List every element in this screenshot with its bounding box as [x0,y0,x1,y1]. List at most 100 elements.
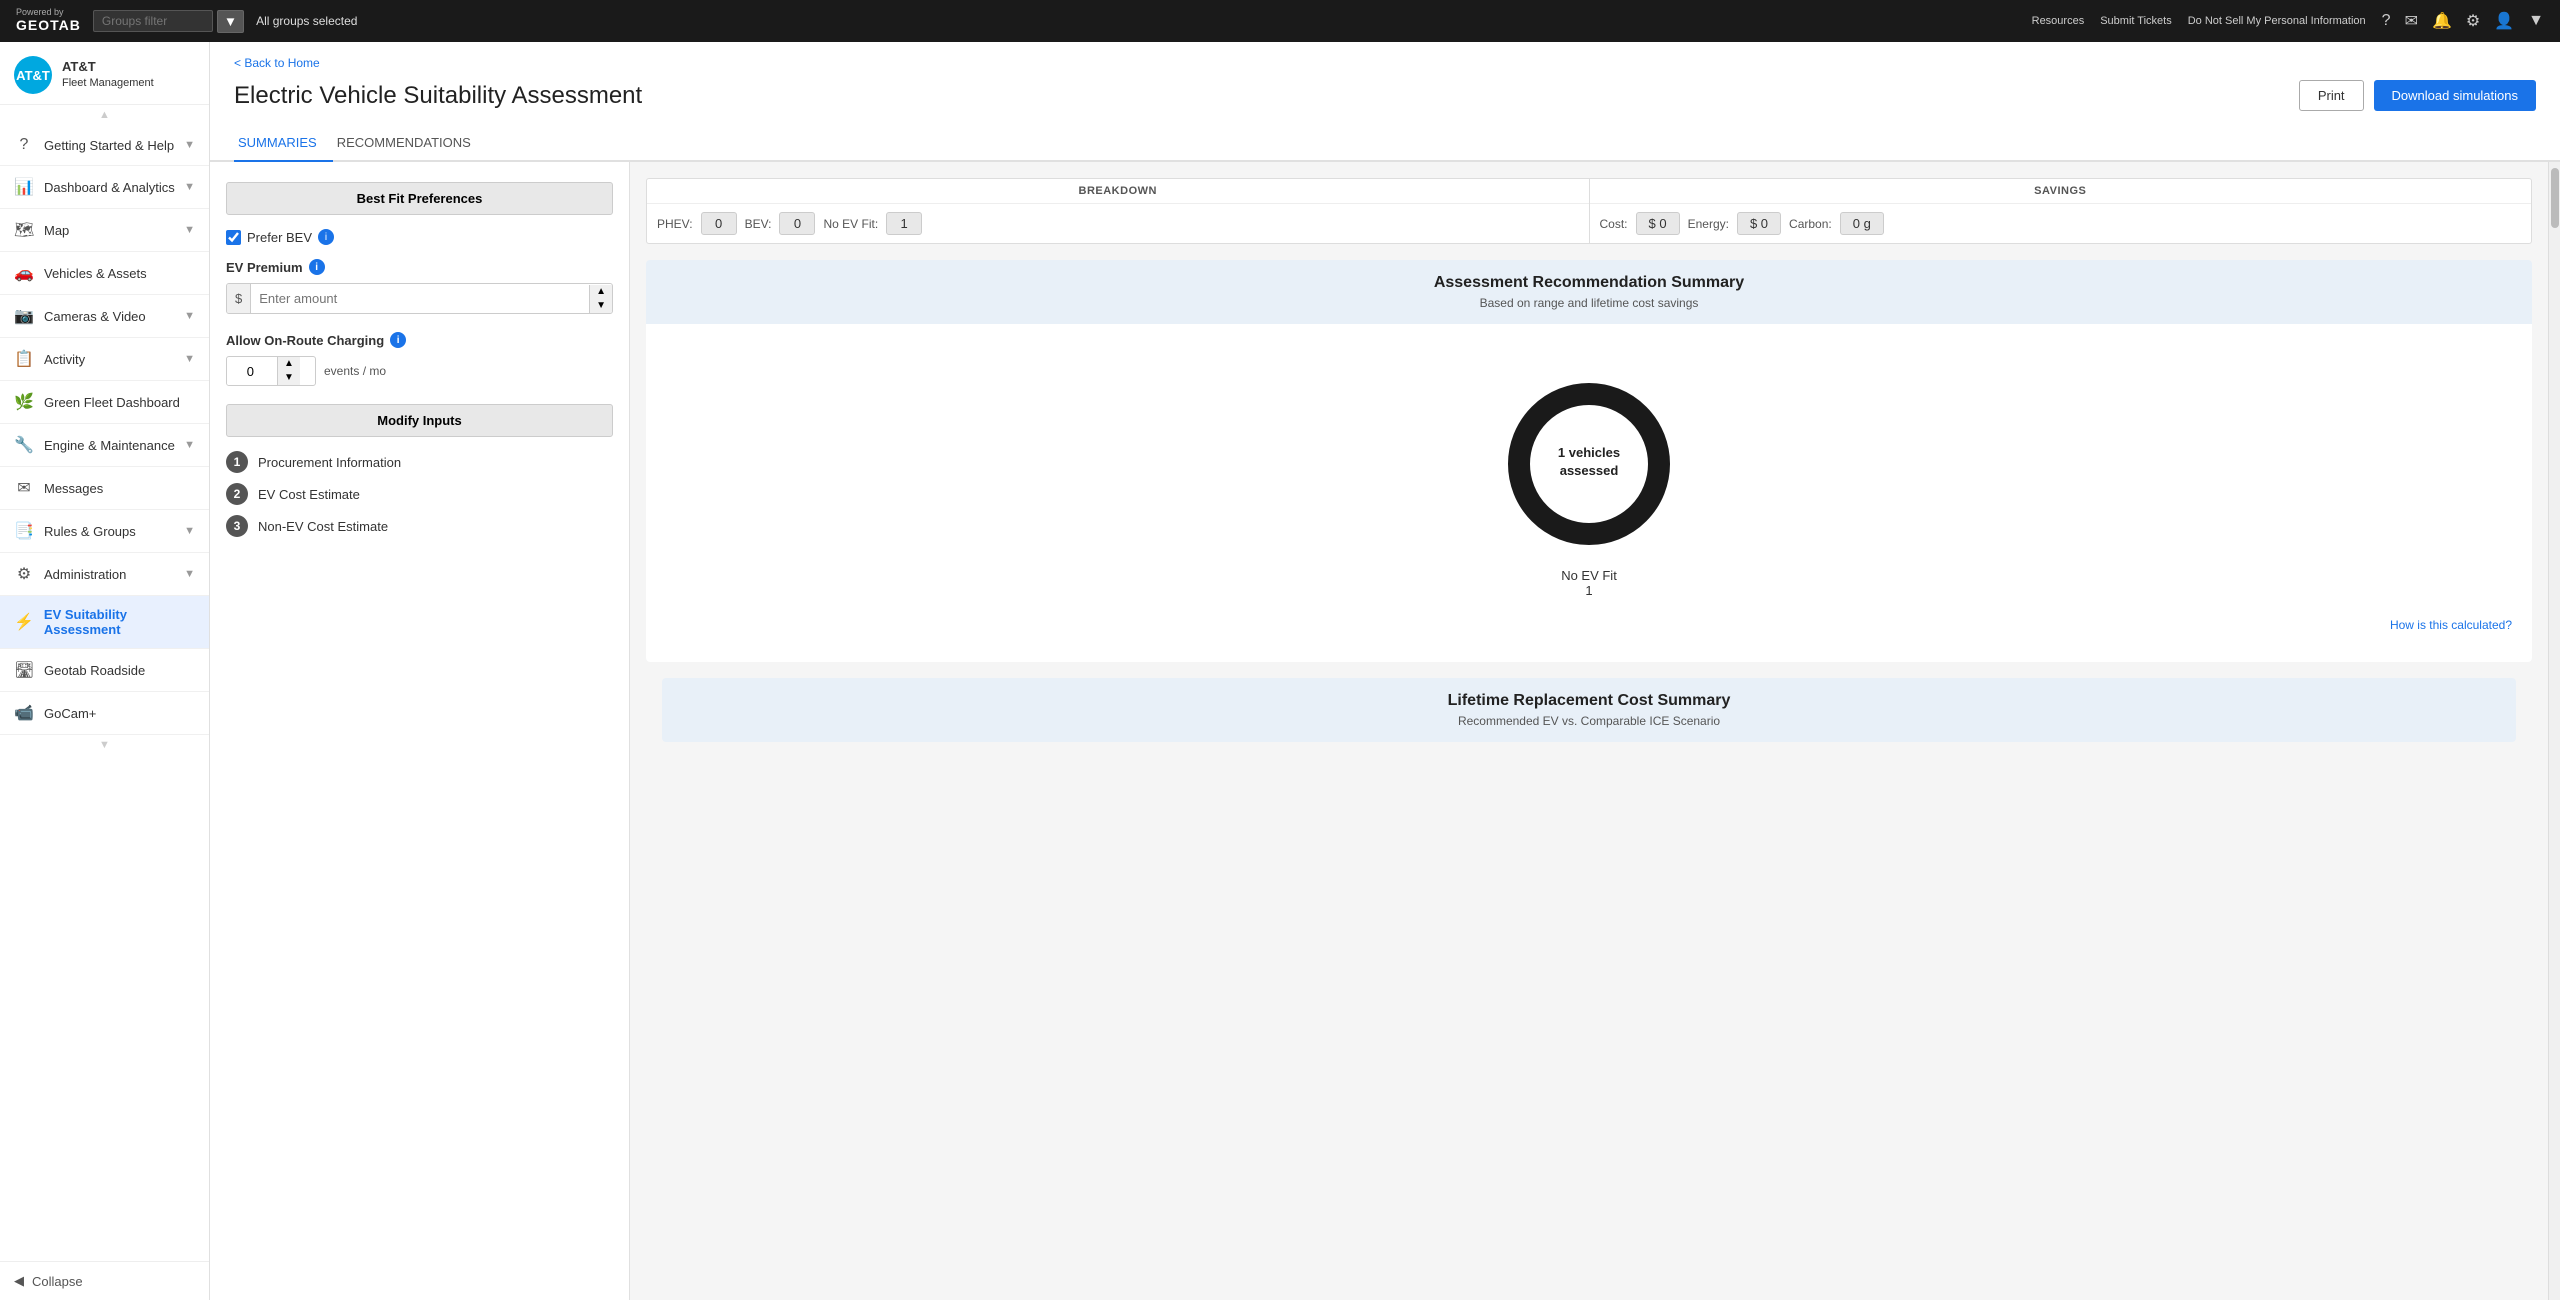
amount-input[interactable] [251,284,589,313]
sidebar-scroll-down: ▼ [0,735,209,755]
donut-container: 1 vehicles assessed No EV Fit 1 [1499,344,1679,608]
print-button[interactable]: Print [2299,80,2364,111]
modify-item-2[interactable]: 2 EV Cost Estimate [226,483,613,505]
chevron-icon: ▼ [184,439,195,451]
sidebar-item-messages[interactable]: ✉ Messages [0,467,209,510]
modify-item-1[interactable]: 1 Procurement Information [226,451,613,473]
onroute-info-icon[interactable]: i [390,332,406,348]
sidebar-item-geotab-roadside[interactable]: 🛣 Geotab Roadside [0,649,209,692]
mail-icon[interactable]: ✉ [2405,11,2418,31]
groups-filter-input[interactable] [93,10,213,32]
account-dropdown[interactable]: ▼ [2528,12,2544,30]
sidebar-item-activity[interactable]: 📋 Activity ▼ [0,338,209,381]
sidebar-item-ev-suitability[interactable]: ⚡ EV Suitability Assessment [0,596,209,649]
messages-icon: ✉ [14,478,34,498]
scrollbar-thumb[interactable] [2551,168,2559,228]
chevron-icon: ▼ [184,181,195,193]
right-panel: BREAKDOWN PHEV: 0 BEV: 0 No EV Fit: 1 SA… [630,162,2548,1300]
sidebar-item-dashboard[interactable]: 📊 Dashboard & Analytics ▼ [0,166,209,209]
chevron-icon: ▼ [184,525,195,537]
back-link[interactable]: < Back to Home [234,56,2536,70]
sidebar-item-green-fleet[interactable]: 🌿 Green Fleet Dashboard [0,381,209,424]
how-calculated-link[interactable]: How is this calculated? [666,608,2512,642]
top-bar-left: Powered by GEOTAB ▼ All groups selected [16,8,357,33]
green-fleet-icon: 🌿 [14,392,34,412]
getting-started-icon: ? [14,136,34,154]
groups-filter-dropdown[interactable]: ▼ [217,10,244,33]
modify-list: 1 Procurement Information 2 EV Cost Esti… [226,451,613,537]
lifetime-section: Lifetime Replacement Cost Summary Recomm… [662,678,2516,742]
modify-inputs-header: Modify Inputs [226,404,613,437]
chevron-icon: ▼ [184,353,195,365]
assessment-card: Assessment Recommendation Summary Based … [646,260,2532,662]
prefer-bev-checkbox[interactable] [226,230,241,245]
bell-icon[interactable]: 🔔 [2432,11,2452,31]
download-button[interactable]: Download simulations [2374,80,2536,111]
sidebar-item-rules[interactable]: 📑 Rules & Groups ▼ [0,510,209,553]
top-bar-links: Resources Submit Tickets Do Not Sell My … [2032,11,2544,31]
donut-chart: 1 vehicles assessed [1499,374,1679,554]
sidebar: AT&T AT&T Fleet Management ▲ ? Getting S… [0,42,210,1300]
onroute-input-row: ▲ ▼ events / mo [226,356,613,386]
engine-icon: 🔧 [14,435,34,455]
no-ev-fit-value: 1 [886,212,922,235]
onroute-down-button[interactable]: ▼ [278,371,300,385]
ev-premium-label: EV Premium i [226,259,613,275]
bev-label: BEV: [745,217,772,231]
administration-icon: ⚙ [14,564,34,584]
modify-num-3: 3 [226,515,248,537]
scrollbar-track[interactable] [2548,162,2560,1300]
number-spinner: ▲ ▼ [277,357,300,385]
app-logo: Powered by GEOTAB [16,8,81,33]
sidebar-item-vehicles[interactable]: 🚗 Vehicles & Assets [0,252,209,295]
onroute-up-button[interactable]: ▲ [278,357,300,371]
sidebar-logo: AT&T AT&T Fleet Management [0,42,209,105]
amount-up-button[interactable]: ▲ [590,285,612,299]
sidebar-item-administration[interactable]: ⚙ Administration ▼ [0,553,209,596]
savings-section: SAVINGS Cost: $ 0 Energy: $ 0 Carbon: 0 … [1590,179,2532,243]
breakdown-items: PHEV: 0 BEV: 0 No EV Fit: 1 [647,204,1589,243]
left-panel: Best Fit Preferences Prefer BEV i EV Pre… [210,162,630,1300]
do-not-sell-link[interactable]: Do Not Sell My Personal Information [2188,15,2366,27]
breakdown-section: BREAKDOWN PHEV: 0 BEV: 0 No EV Fit: 1 [647,179,1590,243]
carbon-value: 0 g [1840,212,1884,235]
lifetime-subtitle: Recommended EV vs. Comparable ICE Scenar… [676,714,2502,728]
prefer-bev-row: Prefer BEV i [226,229,613,245]
assessment-title: Assessment Recommendation Summary [660,274,2518,292]
best-fit-header: Best Fit Preferences [226,182,613,215]
modify-item-3[interactable]: 3 Non-EV Cost Estimate [226,515,613,537]
phev-value: 0 [701,212,737,235]
sidebar-item-cameras[interactable]: 📷 Cameras & Video ▼ [0,295,209,338]
chevron-icon: ▼ [184,568,195,580]
prefer-bev-info-icon[interactable]: i [318,229,334,245]
main-layout: AT&T AT&T Fleet Management ▲ ? Getting S… [0,42,2560,1300]
company-logo: AT&T [14,56,52,94]
settings-icon[interactable]: ⚙ [2466,11,2480,31]
help-icon[interactable]: ? [2382,12,2391,30]
sidebar-item-engine[interactable]: 🔧 Engine & Maintenance ▼ [0,424,209,467]
tab-summaries[interactable]: SUMMARIES [234,125,333,162]
amount-down-button[interactable]: ▼ [590,299,612,313]
sidebar-item-getting-started[interactable]: ? Getting Started & Help ▼ [0,125,209,166]
submit-tickets-link[interactable]: Submit Tickets [2100,15,2172,27]
onroute-number-input[interactable] [227,358,277,385]
sidebar-collapse-button[interactable]: ◀ Collapse [0,1261,209,1300]
header-actions: Print Download simulations [2299,80,2536,111]
svg-text:1 vehicles: 1 vehicles [1558,445,1620,460]
chevron-icon: ▼ [184,224,195,236]
resources-link[interactable]: Resources [2032,15,2085,27]
company-name: AT&T Fleet Management [62,59,154,90]
tab-recommendations[interactable]: RECOMMENDATIONS [333,125,487,162]
cost-value: $ 0 [1636,212,1680,235]
bev-value: 0 [779,212,815,235]
breakdown-bar: BREAKDOWN PHEV: 0 BEV: 0 No EV Fit: 1 SA… [646,178,2532,244]
ev-premium-info-icon[interactable]: i [309,259,325,275]
sidebar-item-gocam[interactable]: 📹 GoCam+ [0,692,209,735]
ev-suitability-icon: ⚡ [14,612,34,632]
assessment-card-body: 1 vehicles assessed No EV Fit 1 How is t… [646,324,2532,662]
sidebar-item-map[interactable]: 🗺 Map ▼ [0,209,209,252]
top-bar-icons: ? ✉ 🔔 ⚙ 👤 ▼ [2382,11,2544,31]
user-icon[interactable]: 👤 [2494,11,2514,31]
assessment-subtitle: Based on range and lifetime cost savings [660,296,2518,310]
lifetime-title: Lifetime Replacement Cost Summary [676,692,2502,710]
